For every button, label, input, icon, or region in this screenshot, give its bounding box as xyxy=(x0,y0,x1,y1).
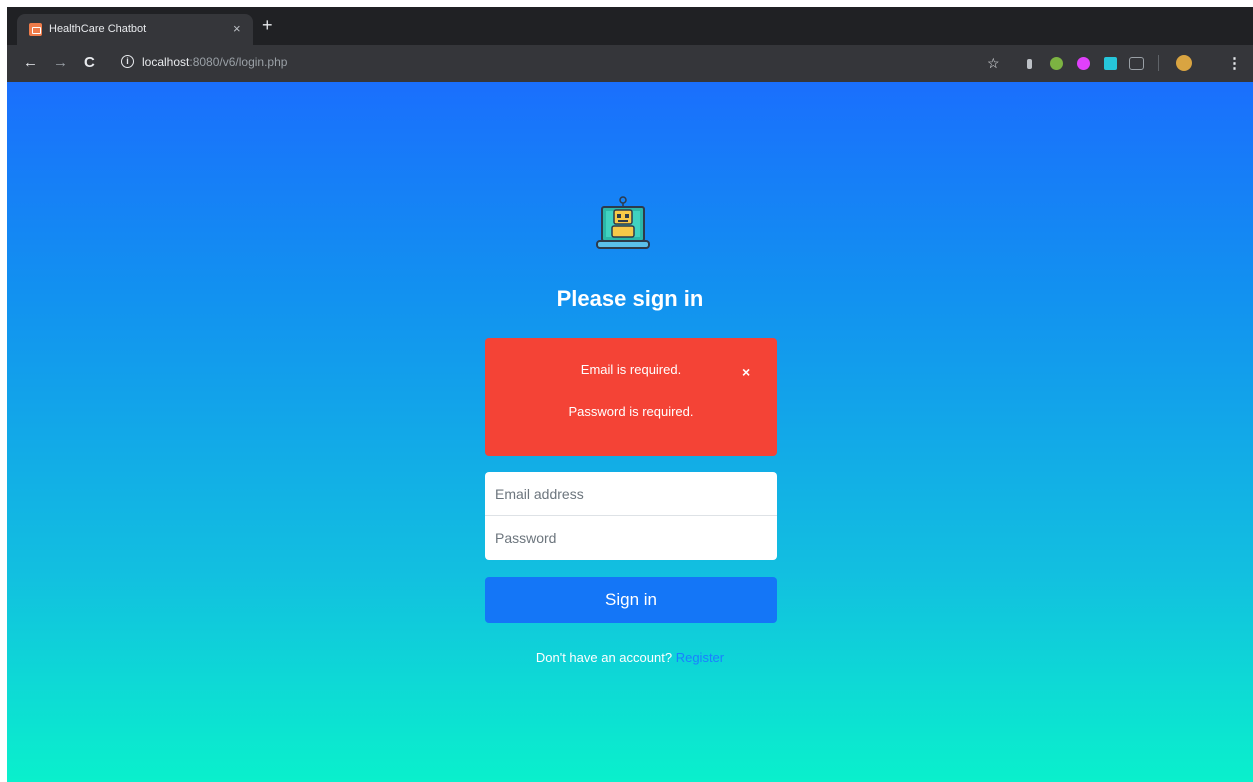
back-arrow-icon[interactable]: ← xyxy=(23,54,38,71)
tab-strip: HealthCare Chatbot × + xyxy=(7,7,1253,45)
url-text[interactable]: localhost:8080/v6/login.php xyxy=(142,55,287,69)
close-icon[interactable]: × xyxy=(742,364,750,380)
tab-close-icon[interactable]: × xyxy=(233,21,241,36)
extension-edit-icon[interactable] xyxy=(1104,57,1117,70)
register-prompt: Don't have an account? Register xyxy=(7,650,1253,665)
chatbot-favicon-icon xyxy=(29,23,42,36)
browser-tab[interactable]: HealthCare Chatbot × xyxy=(17,14,253,45)
address-bar[interactable]: i localhost:8080/v6/login.php xyxy=(115,51,1125,76)
reload-icon[interactable]: C xyxy=(84,54,95,71)
page-title: Please sign in xyxy=(556,286,704,311)
email-error-message: Email is required. xyxy=(580,362,682,377)
password-field[interactable] xyxy=(485,516,777,560)
login-page: Please sign in Email is required. Passwo… xyxy=(7,82,1253,782)
extension-icon[interactable] xyxy=(1027,59,1032,69)
email-field[interactable] xyxy=(485,472,777,516)
extension-purple-icon[interactable] xyxy=(1077,57,1090,70)
extension-music-icon[interactable] xyxy=(1129,57,1144,70)
register-prompt-text: Don't have an account? xyxy=(535,650,673,665)
extension-tree-icon[interactable] xyxy=(1050,57,1063,70)
tab-title: HealthCare Chatbot xyxy=(49,23,147,35)
bookmark-star-icon[interactable]: ☆ xyxy=(987,55,1000,72)
new-tab-button[interactable]: + xyxy=(262,16,273,34)
sign-in-button[interactable]: Sign in xyxy=(485,577,777,623)
toolbar-divider xyxy=(1158,55,1159,71)
login-form xyxy=(485,472,777,560)
info-icon[interactable]: i xyxy=(121,55,134,68)
profile-avatar[interactable] xyxy=(1176,55,1192,71)
forward-arrow-icon[interactable]: → xyxy=(53,54,68,71)
menu-kebab-icon[interactable]: ⋮ xyxy=(1227,54,1242,72)
register-link[interactable]: Register xyxy=(676,650,724,665)
browser-window: HealthCare Chatbot × + ← → C i localhost… xyxy=(7,7,1253,782)
password-error-message: Password is required. xyxy=(568,404,694,419)
browser-toolbar: ← → C i localhost:8080/v6/login.php ☆ ⋮ xyxy=(7,45,1253,82)
robot-laptop-logo-icon xyxy=(596,196,650,249)
error-alert: Email is required. Password is required.… xyxy=(485,338,777,456)
